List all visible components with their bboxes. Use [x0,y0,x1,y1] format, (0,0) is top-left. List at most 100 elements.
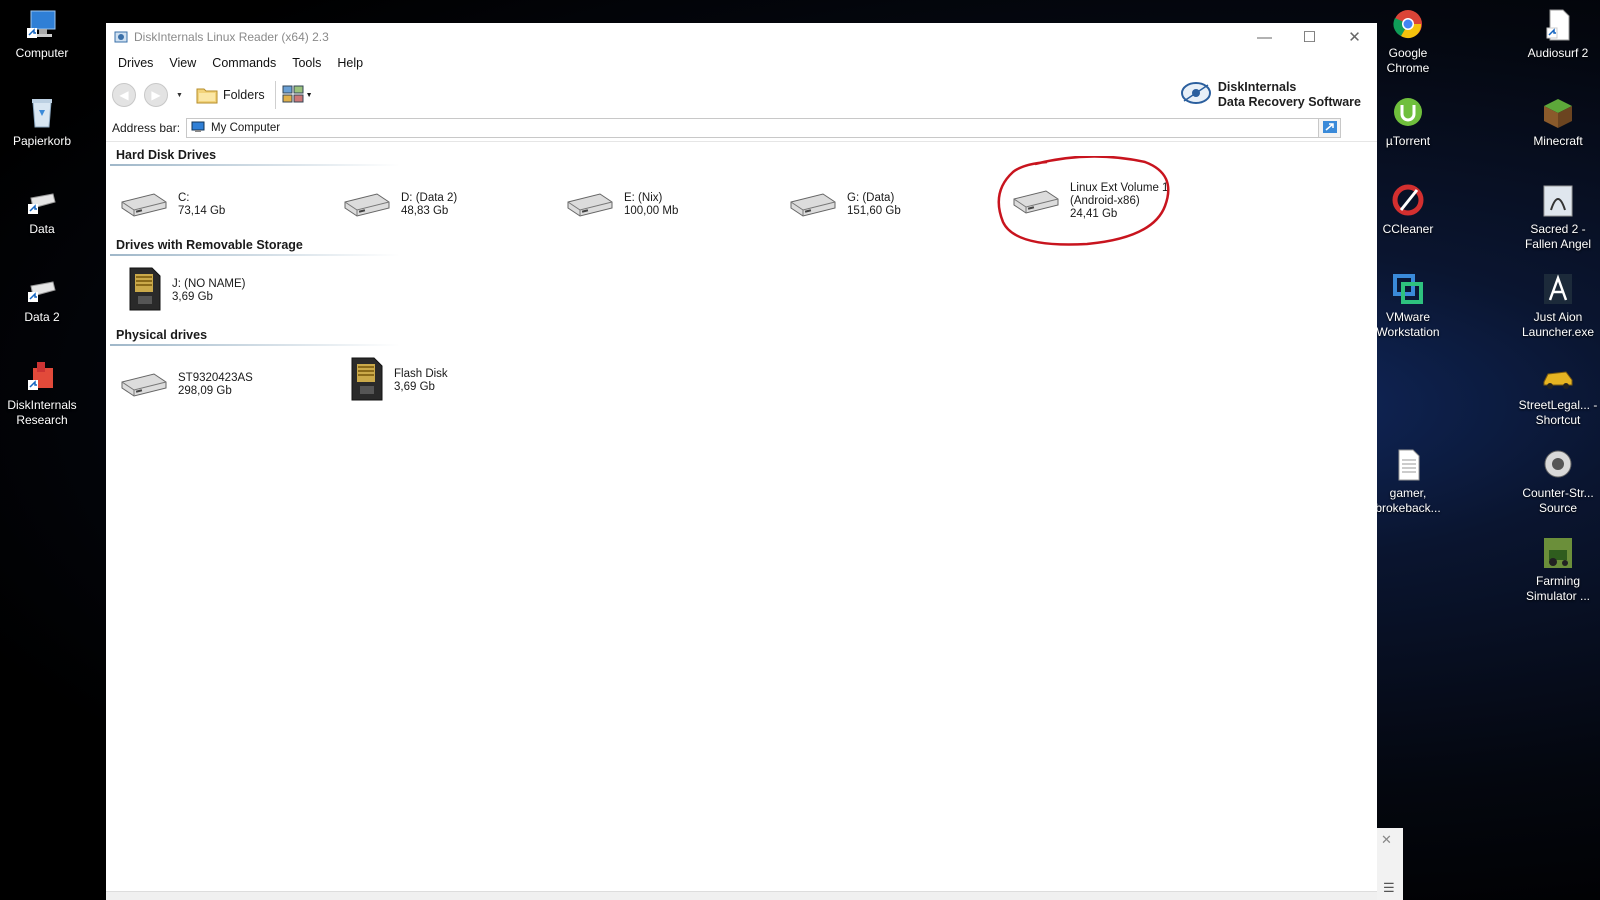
menu-drives[interactable]: Drives [110,54,161,72]
drive-size: 298,09 Gb [178,384,232,397]
section-physical-drives: Physical drives [110,328,400,354]
desktop-icon-diskinternals-research[interactable]: DiskInternals Research [0,360,84,428]
drive-name: ST9320423AS [178,371,253,384]
drive-c[interactable]: C: 73,14 Gb [120,188,225,221]
section-divider [110,344,400,346]
section-title: Hard Disk Drives [116,148,217,162]
recycle-bin-icon [25,96,59,130]
drive-name: E: (Nix) [624,191,663,204]
desktop-icon-label: Computer [15,46,69,60]
desktop-icon-label: StreetLegal... - Shortcut [1518,398,1598,427]
drive-name: D: (Data 2) [401,191,458,204]
drive-shortcut-icon [25,272,59,306]
drive-d[interactable]: D: (Data 2) 48,83 Gb [343,188,457,221]
forward-button[interactable]: ▶ [144,83,168,107]
desktop-icon-sacred2[interactable]: Sacred 2 - Fallen Angel [1516,184,1600,252]
drive-g[interactable]: G: (Data) 151,60 Gb [789,188,901,221]
maximize-button[interactable]: ☐ [1287,23,1332,51]
address-value: My Computer [211,122,281,134]
desktop-icon-label: Audiosurf 2 [1527,46,1589,60]
close-icon[interactable]: ✕ [1377,828,1403,848]
desktop-icon-minecraft[interactable]: Minecraft [1516,96,1600,149]
folder-icon [195,83,219,108]
desktop-icon-recycle-bin[interactable]: Papierkorb [0,96,84,149]
menu-view[interactable]: View [161,54,204,72]
go-button[interactable] [1319,118,1342,138]
desktop-icon-streetlegal[interactable]: StreetLegal... - Shortcut [1516,360,1600,428]
brand-line2: Data Recovery Software [1217,94,1361,109]
section-hard-disk-drives: Hard Disk Drives [110,148,400,174]
desktop-icon-vmware[interactable]: VMware Workstation [1366,272,1450,340]
minecraft-icon [1541,96,1575,130]
ccleaner-icon [1391,184,1425,218]
desktop-icon-utorrent[interactable]: µTorrent [1366,96,1450,149]
drive-e[interactable]: E: (Nix) 100,00 Mb [566,188,678,221]
drive-st9320423as[interactable]: ST9320423AS 298,09 Gb [120,368,253,401]
my-computer-icon [191,121,205,136]
section-removable-storage: Drives with Removable Storage [110,238,400,264]
desktop-icon-label: Google Chrome [1386,46,1430,75]
go-arrow-icon [1322,120,1337,136]
desktop-icon-gamer-file[interactable]: gamer, brokeback... [1366,448,1450,516]
view-mode-button[interactable]: ▼ [282,84,313,107]
hard-drive-icon [120,188,168,221]
sd-card-icon [348,356,384,405]
address-input[interactable]: My Computer [186,118,1320,138]
desktop-icon-farming-simulator[interactable]: Farming Simulator ... [1516,536,1600,604]
desktop-icon-counter-strike[interactable]: Counter-Str... Source [1516,448,1600,516]
menu-tools[interactable]: Tools [284,54,329,72]
desktop-icon-computer[interactable]: Computer [0,8,84,61]
computer-icon [25,8,59,42]
desktop-icon-label: Data [29,222,55,236]
drive-size: 100,00 Mb [624,204,679,217]
drive-size: 48,83 Gb [401,204,449,217]
sd-card-icon [126,266,162,315]
menu-bar: Drives View Commands Tools Help [106,51,1377,75]
toolbar: ◀ ▶ ▼ Folders ▼ DiskInternals Data Recov… [106,75,1377,115]
view-icon [282,84,306,107]
drive-size: 3,69 Gb [172,290,213,303]
menu-commands[interactable]: Commands [204,54,284,72]
drive-size: 151,60 Gb [847,204,901,217]
counter-strike-icon [1541,448,1575,482]
desktop-icon-audiosurf[interactable]: Audiosurf 2 [1516,8,1600,61]
desktop-icon-google-chrome[interactable]: Google Chrome [1366,8,1450,76]
drive-flash-disk[interactable]: Flash Disk 3,69 Gb [348,356,448,405]
desktop-icon-label: Minecraft [1533,134,1583,148]
window-title: DiskInternals Linux Reader (x64) 2.3 [134,30,329,44]
drive-name: J: (NO NAME) [172,277,246,290]
menu-icon[interactable]: ☰ [1383,880,1395,896]
desktop-icon-ccleaner[interactable]: CCleaner [1366,184,1450,237]
close-button[interactable]: ✕ [1332,23,1377,51]
desktop-icon-data[interactable]: Data [0,184,84,237]
drive-shortcut-icon [25,184,59,218]
desktop-icon-label: Counter-Str... Source [1522,486,1594,515]
desktop-icon-label: Farming Simulator ... [1525,574,1591,603]
arrow-right-icon: ▶ [151,88,161,102]
file-shortcut-icon [1541,8,1575,42]
desktop-icon-label: Data 2 [24,310,60,324]
hard-drive-icon [566,188,614,221]
desktop-icon-label: Sacred 2 - Fallen Angel [1524,222,1592,251]
desktop-icon-label: Papierkorb [12,134,72,148]
title-bar[interactable]: DiskInternals Linux Reader (x64) 2.3 — ☐… [106,23,1377,51]
toolbar-separator [274,81,276,109]
address-row: Address bar: My Computer [106,115,1377,142]
folders-button[interactable]: Folders [191,81,269,110]
desktop-icon-data-2[interactable]: Data 2 [0,272,84,325]
drive-j[interactable]: J: (NO NAME) 3,69 Gb [126,266,245,315]
highlight-annotation-circle [997,156,1170,246]
notification-panel-edge[interactable]: ✕ ☰ [1377,828,1403,900]
drive-size: 3,69 Gb [394,380,435,393]
hard-drive-icon [343,188,391,221]
desktop-icon-just-aion[interactable]: Just Aion Launcher.exe [1516,272,1600,340]
history-dropdown-icon[interactable]: ▼ [176,92,183,99]
arrow-left-icon: ◀ [119,88,129,102]
brand-logo: DiskInternals Data Recovery Software [1180,79,1361,110]
menu-help[interactable]: Help [329,54,371,72]
desktop-icon-label: µTorrent [1385,134,1431,148]
minimize-button[interactable]: — [1242,23,1287,51]
farming-icon [1541,536,1575,570]
back-button[interactable]: ◀ [112,83,136,107]
brand-line1: DiskInternals [1217,79,1297,94]
